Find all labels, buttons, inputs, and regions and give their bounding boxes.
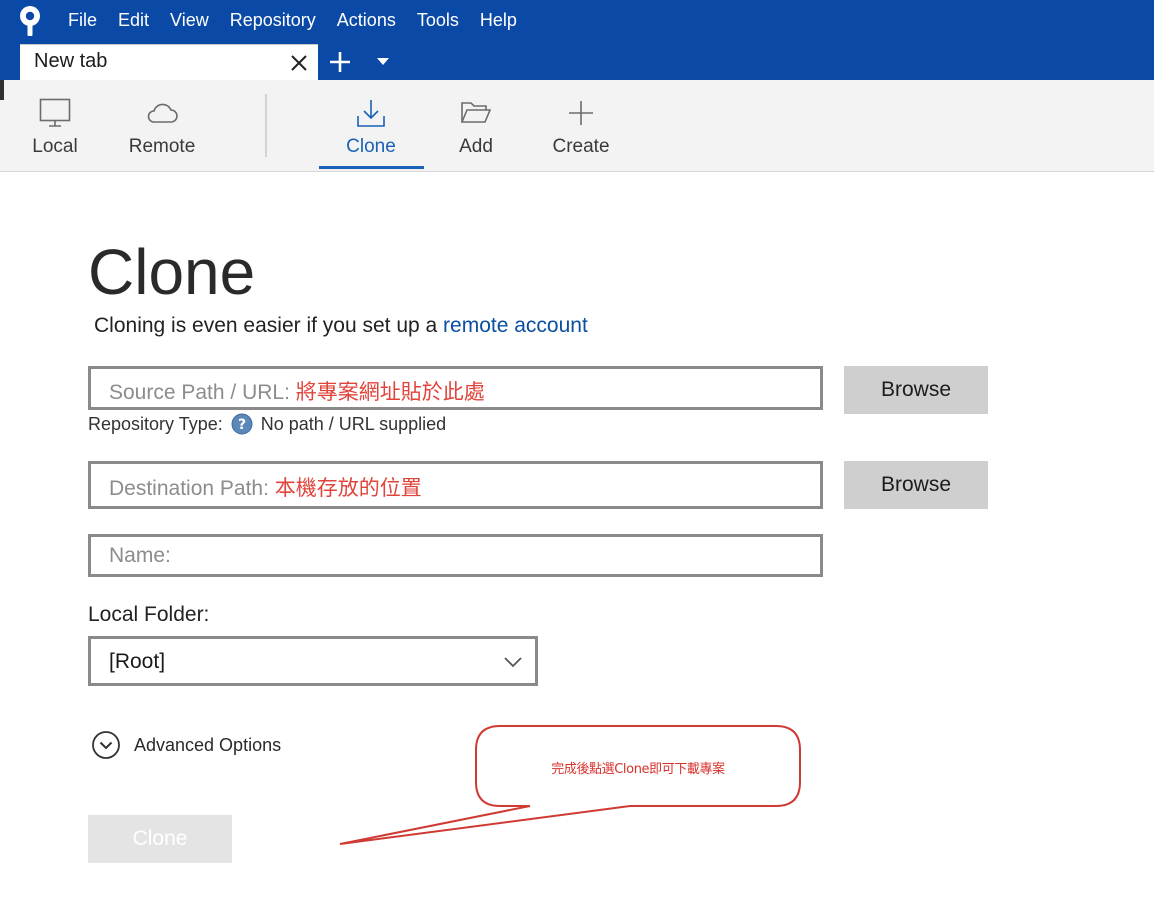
menu-repository[interactable]: Repository <box>230 8 316 32</box>
folder-open-icon <box>460 102 492 123</box>
local-folder-label: Local Folder: <box>88 603 210 626</box>
svg-text:?: ? <box>238 417 246 433</box>
subtitle-text: Cloning is even easier if you set up a <box>94 314 444 337</box>
help-icon[interactable]: ? <box>231 413 253 435</box>
advanced-options-label: Advanced Options <box>134 734 282 755</box>
menu-file[interactable]: File <box>68 8 97 32</box>
toolbar-local-label: Local <box>32 136 78 157</box>
repository-type-label: Repository Type: <box>88 413 223 434</box>
destination-path-placeholder: Destination Path: 本機存放的位置 <box>109 477 422 500</box>
local-folder-select[interactable]: [Root] <box>88 636 538 686</box>
page-title: Clone <box>88 236 256 308</box>
browse-source-button[interactable]: Browse <box>844 366 988 414</box>
monitor-icon <box>39 98 71 127</box>
toolbar-remote-label: Remote <box>128 136 196 157</box>
name-placeholder: Name: <box>109 544 171 567</box>
toolbar-local[interactable]: Local <box>24 80 86 170</box>
local-folder-value: [Root] <box>109 650 166 673</box>
main-menu: File Edit View Repository Actions Tools … <box>68 8 538 32</box>
chevron-down-icon[interactable] <box>377 58 389 66</box>
download-icon <box>357 100 385 127</box>
close-icon[interactable] <box>290 54 308 72</box>
menu-bar: File Edit View Repository Actions Tools … <box>0 0 1154 80</box>
tab-label: New tab <box>34 50 108 72</box>
clone-button[interactable]: Clone <box>88 815 232 863</box>
toolbar-clone[interactable]: Clone <box>340 80 402 170</box>
destination-path-input[interactable]: Destination Path: 本機存放的位置 <box>88 461 823 509</box>
advanced-options-toggle[interactable]: Advanced Options <box>91 730 281 760</box>
source-path-annotation: 將專案網址貼於此處 <box>295 381 485 404</box>
remote-account-link[interactable]: remote account <box>443 314 588 337</box>
source-path-input[interactable]: Source Path / URL: 將專案網址貼於此處 <box>88 366 823 410</box>
menu-edit[interactable]: Edit <box>118 8 149 32</box>
chevron-down-icon <box>504 657 522 668</box>
menu-tools[interactable]: Tools <box>417 8 459 32</box>
repository-type-value: No path / URL supplied <box>260 413 447 434</box>
plus-icon[interactable] <box>328 50 352 74</box>
menu-actions[interactable]: Actions <box>337 8 396 32</box>
toolbar-divider <box>265 94 267 157</box>
sourcetree-logo-icon[interactable] <box>16 5 44 37</box>
browse-destination-button[interactable]: Browse <box>844 461 988 509</box>
toolbar-create-label: Create <box>552 136 610 157</box>
plus-icon <box>569 101 593 125</box>
circle-chevron-down-icon <box>92 731 120 759</box>
toolbar-add[interactable]: Add <box>452 80 500 170</box>
cloud-icon <box>147 103 178 123</box>
toolbar-add-label: Add <box>459 136 493 157</box>
annotation-callout <box>339 725 801 845</box>
active-tab-indicator <box>319 166 424 169</box>
menu-view[interactable]: View <box>170 8 209 32</box>
repo-toolbar: Local Remote Clone Add Create <box>0 80 1154 172</box>
source-path-placeholder: Source Path / URL: 將專案網址貼於此處 <box>109 381 485 404</box>
menu-help[interactable]: Help <box>480 8 517 32</box>
toolbar-create[interactable]: Create <box>546 80 616 170</box>
toolbar-remote[interactable]: Remote <box>124 80 200 170</box>
tab-new-tab[interactable]: New tab <box>20 44 318 80</box>
toolbar-clone-label: Clone <box>346 136 396 157</box>
page-subtitle: Cloning is even easier if you set up a r… <box>94 314 588 338</box>
name-input[interactable]: Name: <box>88 534 823 577</box>
destination-path-annotation: 本機存放的位置 <box>274 477 422 500</box>
annotation-text: 完成後點選Clone即可下載專案 <box>551 762 725 777</box>
repository-type: Repository Type: ? No path / URL supplie… <box>88 413 446 435</box>
window-edge <box>0 80 4 100</box>
